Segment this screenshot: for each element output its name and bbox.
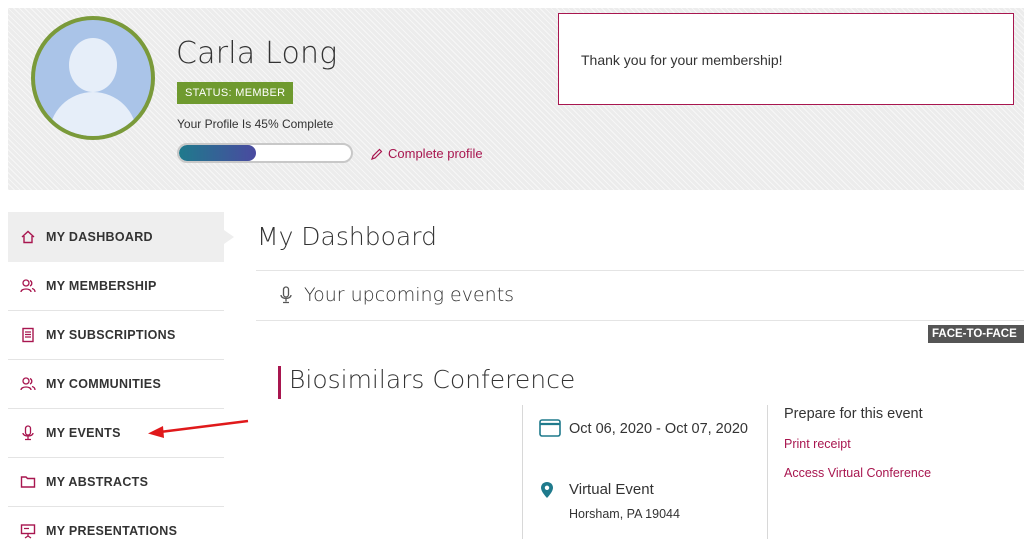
status-badge: STATUS: MEMBER (177, 82, 294, 104)
membership-notice: Thank you for your membership! (558, 13, 1014, 105)
folder-icon (20, 476, 36, 488)
sidebar-item-label: MY PRESENTATIONS (46, 524, 178, 538)
sidebar-item-label: MY ABSTRACTS (46, 475, 149, 489)
page-title: My Dashboard (257, 222, 437, 251)
sidebar-item-label: MY SUBSCRIPTIONS (46, 328, 176, 342)
sidebar-item-abstracts[interactable]: MY ABSTRACTS (8, 458, 224, 507)
profile-name: Carla Long (176, 36, 338, 71)
sidebar-item-label: MY COMMUNITIES (46, 377, 162, 391)
complete-profile-link[interactable]: Complete profile (371, 146, 483, 161)
document-icon (22, 327, 34, 343)
microphone-icon (22, 425, 34, 441)
sidebar-item-label: MY EVENTS (46, 426, 121, 440)
event-type-badge: FACE-TO-FACE (928, 325, 1024, 343)
complete-profile-label: Complete profile (388, 146, 483, 161)
pencil-icon (371, 148, 383, 160)
print-receipt-link[interactable]: Print receipt (784, 437, 851, 451)
users-icon (20, 279, 36, 293)
sidebar-item-membership[interactable]: MY MEMBERSHIP (8, 262, 224, 311)
divider (256, 270, 1024, 271)
map-pin-icon (541, 482, 553, 498)
profile-progress-bar (177, 143, 353, 163)
event-venue: Virtual Event (569, 481, 654, 498)
avatar (31, 16, 155, 140)
sidebar-nav: MY DASHBOARD MY MEMBERSHIP MY SUBSCRIPTI… (8, 212, 234, 544)
divider (767, 405, 768, 539)
sidebar-item-subscriptions[interactable]: MY SUBSCRIPTIONS (8, 311, 224, 360)
sidebar-item-dashboard[interactable]: MY DASHBOARD (8, 212, 234, 262)
profile-header: Carla Long STATUS: MEMBER Your Profile I… (8, 8, 1024, 190)
upcoming-events-label: Your upcoming events (304, 284, 515, 306)
users-icon (20, 377, 36, 391)
divider (522, 405, 523, 539)
sidebar-item-label: MY MEMBERSHIP (46, 279, 157, 293)
presentation-icon (20, 524, 36, 539)
event-address: Horsham, PA 19044 (569, 507, 680, 521)
home-icon (21, 230, 35, 244)
progress-fill (179, 145, 257, 161)
sidebar-item-label: MY DASHBOARD (46, 230, 153, 244)
calendar-icon (539, 419, 561, 437)
annotation-arrow-icon (148, 419, 249, 438)
access-virtual-conference-link[interactable]: Access Virtual Conference (784, 466, 931, 480)
membership-notice-text: Thank you for your membership! (581, 52, 783, 68)
prepare-heading: Prepare for this event (784, 406, 923, 422)
divider (256, 320, 1024, 321)
sidebar-item-communities[interactable]: MY COMMUNITIES (8, 360, 224, 409)
person-silhouette-icon (69, 38, 117, 92)
upcoming-events-header: Your upcoming events (278, 284, 514, 306)
event-dates: Oct 06, 2020 - Oct 07, 2020 (569, 421, 748, 437)
profile-completion-text: Your Profile Is 45% Complete (177, 117, 334, 131)
event-title[interactable]: Biosimilars Conference (289, 365, 575, 394)
sidebar-item-presentations[interactable]: MY PRESENTATIONS (8, 507, 224, 544)
event-accent-bar (278, 366, 281, 399)
microphone-icon (280, 286, 292, 304)
